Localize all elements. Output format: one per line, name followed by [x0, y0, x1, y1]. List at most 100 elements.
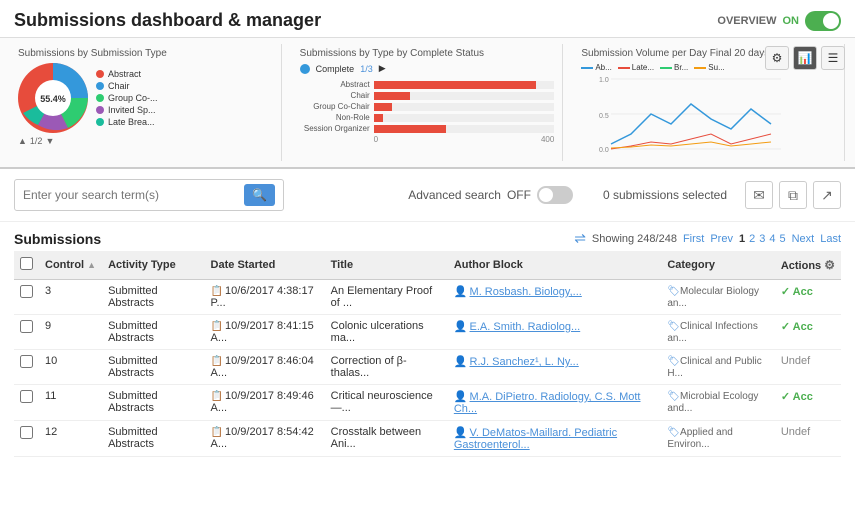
col-author-block[interactable]: Author Block [448, 251, 662, 280]
row-checkbox[interactable] [20, 355, 33, 368]
page-2[interactable]: 2 [749, 233, 755, 245]
author-name[interactable]: M. Rosbash. Biology,... [470, 286, 582, 298]
search-input[interactable] [23, 188, 240, 202]
row-checkbox-cell [14, 421, 39, 457]
row-category: 🏷Applied and Environ... [661, 421, 774, 457]
line-legend-ab: Ab... [581, 63, 611, 72]
row-date-started: 📋10/9/2017 8:46:04 A... [205, 350, 325, 385]
row-checkbox[interactable] [20, 320, 33, 333]
advanced-search-toggle[interactable] [537, 186, 573, 204]
row-activity-type: Submitted Abstracts [102, 280, 204, 315]
legend-label-abstract: Abstract [108, 69, 141, 79]
tag-icon: 🏷 [667, 286, 680, 297]
actions-gear-icon[interactable]: ⚙ [824, 258, 835, 272]
line-legend-label-su: Su... [708, 63, 724, 72]
pagination-info: ⇌ Showing 248/248 First Prev 1 2 3 4 5 N… [574, 230, 841, 247]
legend-label-invited: Invited Sp... [108, 105, 156, 115]
legend-item-late: Late Brea... [96, 117, 158, 127]
export-icon-btn[interactable]: ↗ [813, 181, 841, 209]
author-icon: 👤 [454, 356, 468, 368]
table-header: Control ▲ Activity Type Date Started Tit… [14, 251, 841, 280]
row-author-block: 👤M.A. DiPietro. Radiology, C.S. Mott Ch.… [448, 385, 662, 421]
line-abstract [611, 104, 771, 144]
col-control[interactable]: Control ▲ [39, 251, 102, 280]
email-icon-btn[interactable]: ✉ [745, 181, 773, 209]
search-box[interactable]: 🔍 [14, 179, 284, 211]
row-control: 12 [39, 421, 102, 457]
page-1[interactable]: 1 [739, 233, 745, 245]
row-date-started: 📋10/9/2017 8:54:42 A... [205, 421, 325, 457]
col-category[interactable]: Category [661, 251, 774, 280]
row-author-block: 👤V. DeMatos-Maillard. Pediatric Gastroen… [448, 421, 662, 457]
bar-fill-chair [374, 92, 410, 100]
date-icon: 📋 [211, 391, 223, 402]
pagination-first[interactable]: First [683, 233, 704, 245]
overview-toggle-switch[interactable] [805, 11, 841, 31]
pie-nav-up-icon: ▲ [18, 136, 27, 146]
page-4[interactable]: 4 [769, 233, 775, 245]
col-date-started[interactable]: Date Started [205, 251, 325, 280]
col-actions: Actions ⚙ [775, 251, 841, 280]
action-accepted: ✓ Acc [781, 286, 813, 298]
bar-track-chair [374, 92, 555, 100]
legend-label-late: Late Brea... [108, 117, 155, 127]
legend-dot-chair [96, 82, 104, 90]
bar-row-group: Group Co-Chair [300, 102, 555, 111]
pagination-last[interactable]: Last [820, 233, 841, 245]
table-row: 3 Submitted Abstracts 📋10/6/2017 4:38:17… [14, 280, 841, 315]
bar-axis: 0 400 [300, 135, 555, 144]
bar-row-chair: Chair [300, 91, 555, 100]
line-legend-color-su [694, 67, 706, 69]
bar-track-group [374, 103, 555, 111]
table-row: 11 Submitted Abstracts 📋10/9/2017 8:49:4… [14, 385, 841, 421]
pie-chart-panel: Submissions by Submission Type 55.4% Ab [10, 44, 282, 161]
chart-view-btn[interactable]: 📊 [793, 46, 817, 70]
col-title[interactable]: Title [325, 251, 448, 280]
line-legend-label-late: Late... [632, 63, 654, 72]
search-button[interactable]: 🔍 [244, 184, 275, 206]
row-activity-type: Submitted Abstracts [102, 421, 204, 457]
settings-icon-btn[interactable]: ⚙ [765, 46, 789, 70]
bar-fill-session [374, 125, 446, 133]
bar-track-abstract [374, 81, 555, 89]
page-nums: 1 2 3 4 5 [739, 233, 786, 245]
bar-fraction: 1/3 [360, 64, 373, 74]
list-view-btn[interactable]: ☰ [821, 46, 845, 70]
row-checkbox[interactable] [20, 426, 33, 439]
page-5[interactable]: 5 [779, 233, 785, 245]
bar-chart-title: Submissions by Type by Complete Status [300, 48, 555, 59]
row-checkbox[interactable] [20, 285, 33, 298]
search-section: 🔍 Advanced search OFF 0 submissions sele… [0, 169, 855, 222]
row-category: 🏷Microbial Ecology and... [661, 385, 774, 421]
pagination-icon: ⇌ [574, 230, 586, 247]
pagination-next[interactable]: Next [792, 233, 815, 245]
tag-icon: 🏷 [667, 391, 680, 402]
row-title: Colonic ulcerations ma... [325, 315, 448, 350]
pagination-prev[interactable]: Prev [710, 233, 733, 245]
copy-icon-btn[interactable]: ⧉ [779, 181, 807, 209]
author-name[interactable]: M.A. DiPietro. Radiology, C.S. Mott Ch..… [454, 391, 641, 415]
author-name[interactable]: E.A. Smith. Radiolog... [470, 321, 581, 333]
submissions-selected: 0 submissions selected [603, 188, 727, 202]
row-checkbox-cell [14, 385, 39, 421]
line-legend-label-br: Br... [674, 63, 688, 72]
col-activity-type[interactable]: Activity Type [102, 251, 204, 280]
bar-axis-end: 400 [541, 135, 554, 144]
row-checkbox[interactable] [20, 390, 33, 403]
table-row: 10 Submitted Abstracts 📋10/9/2017 8:46:0… [14, 350, 841, 385]
bar-row-session: Session Organizer [300, 124, 555, 133]
bar-track-session [374, 125, 555, 133]
showing-label: Showing 248/248 [592, 233, 677, 245]
row-action: Undef [775, 350, 841, 385]
author-name[interactable]: R.J. Sanchez¹, L. Ny... [470, 356, 579, 368]
row-author-block: 👤E.A. Smith. Radiolog... [448, 315, 662, 350]
select-all-checkbox[interactable] [20, 257, 33, 270]
page-3[interactable]: 3 [759, 233, 765, 245]
date-icon: 📋 [211, 356, 223, 367]
advanced-search-label: Advanced search [408, 188, 501, 202]
author-name[interactable]: V. DeMatos-Maillard. Pediatric Gastroent… [454, 427, 617, 451]
charts-section: Submissions by Submission Type 55.4% Ab [0, 38, 855, 169]
y-mid: 0.5 [599, 113, 609, 120]
author-icon: 👤 [454, 391, 468, 403]
pie-nav-down-icon: ▼ [45, 136, 54, 146]
